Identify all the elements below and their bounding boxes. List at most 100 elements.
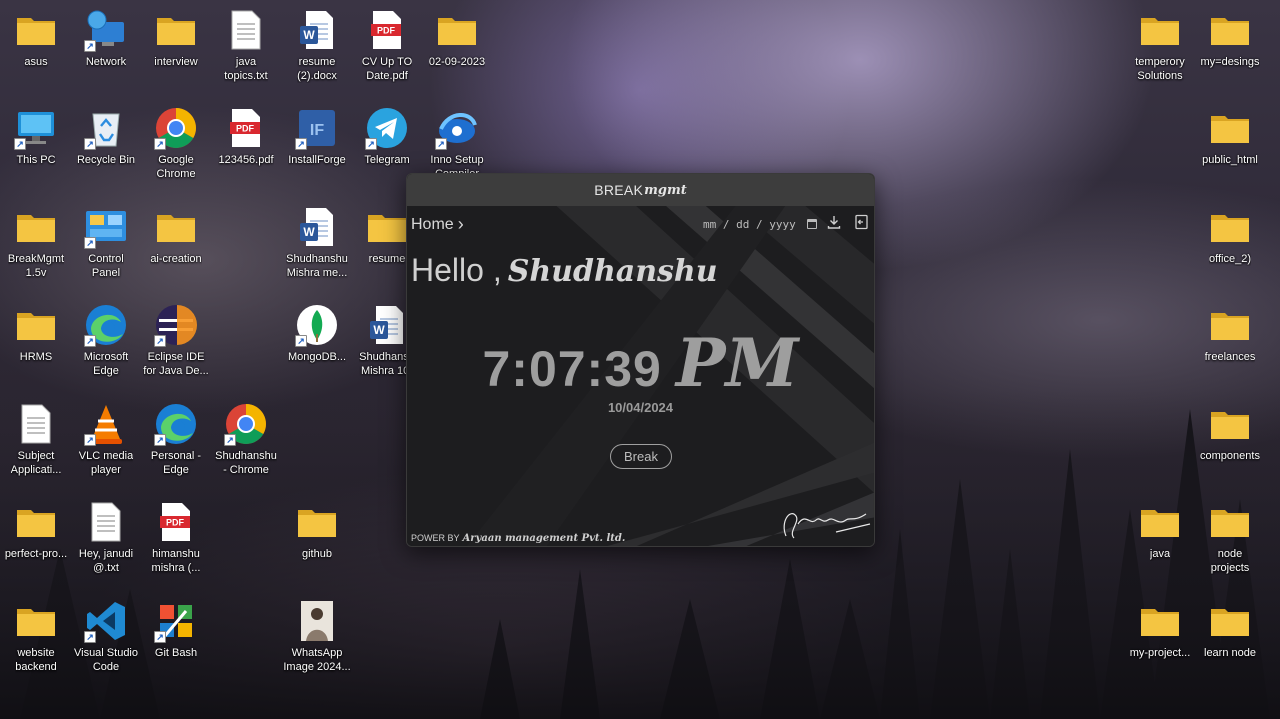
user-name: Shudhanshu <box>507 254 718 289</box>
recycle-bin-icon: ↗ <box>84 106 128 150</box>
desktop-icon[interactable]: ↗Inno Setup Compiler <box>421 106 493 181</box>
desktop-icon-label: github <box>302 548 332 560</box>
desktop-icon[interactable]: 02-09-2023 <box>421 8 493 69</box>
folder-icon <box>435 8 479 52</box>
desktop-icon[interactable]: ↗ MongoDB... <box>281 303 353 364</box>
folder-icon <box>365 205 409 249</box>
desktop-icon-label: Hey, janudi @.txt <box>78 548 134 574</box>
desktop-icon[interactable]: Hey, janudi @.txt <box>70 500 142 575</box>
svg-text:PDF: PDF <box>166 518 185 528</box>
app-title-plain: BREAK <box>594 182 644 198</box>
desktop-icon-label: resume (2).docx <box>297 56 337 82</box>
word-icon: W <box>365 303 409 347</box>
desktop-icon-label: Telegram <box>364 154 410 166</box>
desktop-icon[interactable]: PDF CV Up TO Date.pdf <box>351 8 423 83</box>
shortcut-arrow-icon: ↗ <box>224 434 236 446</box>
desktop-icon[interactable]: ↗ Shudhanshu - Chrome <box>210 402 282 477</box>
desktop-icon[interactable]: perfect-pro... <box>0 500 72 561</box>
shortcut-arrow-icon: ↗ <box>84 40 96 52</box>
desktop-icon[interactable]: asus <box>0 8 72 69</box>
shortcut-arrow-icon: ↗ <box>295 335 307 347</box>
desktop-icon[interactable]: ↗ Personal - Edge <box>140 402 212 477</box>
desktop-icon[interactable]: interview <box>140 8 212 69</box>
signature-logo <box>783 513 871 539</box>
desktop-icon-label: CV Up TO Date.pdf <box>361 56 413 82</box>
desktop-icon[interactable]: ↗ Microsoft Edge <box>70 303 142 378</box>
desktop-icon[interactable]: ↗ Visual Studio Code <box>70 599 142 674</box>
folder-icon <box>1208 402 1252 446</box>
window-titlebar[interactable]: BREAK mgmt <box>407 174 874 206</box>
desktop-icon[interactable]: freelances <box>1194 303 1266 364</box>
desktop-icon[interactable]: ↗ Control Panel <box>70 205 142 280</box>
desktop-icon-label: Eclipse IDE for Java De... <box>143 351 209 377</box>
desktop-icon[interactable]: ↗ VLC media player <box>70 402 142 477</box>
footer-prefix: POWER BY <box>411 533 460 543</box>
eclipse-icon: ↗ <box>154 303 198 347</box>
word-icon: W <box>295 205 339 249</box>
download-button[interactable] <box>824 212 844 232</box>
folder-icon <box>1208 106 1252 150</box>
home-link[interactable]: Home <box>411 216 454 234</box>
logout-button[interactable] <box>852 212 872 232</box>
desktop-icon[interactable]: ↗ Eclipse IDE for Java De... <box>140 303 212 378</box>
svg-text:PDF: PDF <box>377 26 396 36</box>
edge-icon: ↗ <box>84 303 128 347</box>
current-date: 10/04/2024 <box>607 400 674 415</box>
folder-icon <box>295 500 339 544</box>
desktop-icon[interactable]: Wresume (2).docx <box>281 8 353 83</box>
desktop-icon[interactable]: office_2) <box>1194 205 1266 266</box>
desktop-icon[interactable]: Subject Applicati... <box>0 402 72 477</box>
desktop-icon-label: This PC <box>16 154 56 166</box>
desktop-icon[interactable]: ↗ This PC <box>0 106 72 167</box>
desktop-icon-label: Network <box>85 56 127 68</box>
desktop-icon[interactable]: PDF 123456.pdf <box>210 106 282 167</box>
vscode-icon: ↗ <box>84 599 128 643</box>
desktop-icon[interactable]: BreakMgmt 1.5v <box>0 205 72 280</box>
desktop-icon[interactable]: ↗ Recycle Bin <box>70 106 142 167</box>
desktop-icon[interactable]: ↗ Git Bash <box>140 599 212 660</box>
desktop-icon[interactable]: W Shudhanshu Mishra me... <box>281 205 353 280</box>
shortcut-arrow-icon: ↗ <box>84 237 96 249</box>
desktop-icon-label: Control Panel <box>88 253 124 279</box>
desktop-icon[interactable]: ↗ Network <box>70 8 142 69</box>
desktop-icon[interactable]: ↗ Telegram <box>351 106 423 167</box>
break-button[interactable]: Break <box>610 444 672 469</box>
desktop-icon-label: interview <box>154 56 198 68</box>
shortcut-arrow-icon: ↗ <box>84 434 96 446</box>
breadcrumb: Home › <box>411 214 464 235</box>
desktop-icon[interactable]: learn node <box>1194 599 1266 660</box>
date-placeholder: mm / dd / yyyy <box>703 217 796 231</box>
desktop-icon[interactable]: public_html <box>1194 106 1266 167</box>
chrome-icon: ↗ <box>154 106 198 150</box>
desktop-icon[interactable]: github <box>281 500 353 561</box>
shortcut-arrow-icon: ↗ <box>14 138 26 150</box>
pdf-icon: PDF <box>154 500 198 544</box>
word-icon: W <box>295 8 339 52</box>
desktop-icon-label: Shudhanshu - Chrome <box>215 450 277 476</box>
desktop-icon-label: HRMS <box>19 351 53 363</box>
svg-text:PDF: PDF <box>236 124 255 134</box>
desktop-icon-label: Visual Studio Code <box>73 647 138 673</box>
desktop-icon[interactable]: ai-creation <box>140 205 212 266</box>
desktop-icon[interactable]: ↗ Google Chrome <box>140 106 212 181</box>
desktop-icon[interactable]: HRMS <box>0 303 72 364</box>
desktop-icon[interactable]: WhatsApp Image 2024... <box>281 599 353 674</box>
desktop-icon[interactable]: java <box>1124 500 1196 561</box>
desktop-icon[interactable]: java topics.txt <box>210 8 282 83</box>
desktop-icon[interactable]: PDF himanshu mishra (... <box>140 500 212 575</box>
desktop-icon[interactable]: IF ↗ InstallForge <box>281 106 353 167</box>
desktop-icon[interactable]: website backend <box>0 599 72 674</box>
svg-text:W: W <box>303 28 315 42</box>
desktop-icon[interactable]: node projects <box>1194 500 1266 575</box>
desktop-icon-label: 123456.pdf <box>218 154 274 166</box>
calendar-icon[interactable] <box>807 219 817 229</box>
desktop-icon-label: components <box>1200 450 1260 462</box>
desktop-icon[interactable]: my-project... <box>1124 599 1196 660</box>
desktop-icon-label: Git Bash <box>154 647 198 659</box>
desktop-icon[interactable]: components <box>1194 402 1266 463</box>
installforge-icon: IF ↗ <box>295 106 339 150</box>
desktop-icon[interactable]: temperory Solutions <box>1124 8 1196 83</box>
date-picker-input[interactable]: mm / dd / yyyy <box>703 214 817 234</box>
desktop-icon[interactable]: my=desings <box>1194 8 1266 69</box>
shortcut-arrow-icon: ↗ <box>154 434 166 446</box>
